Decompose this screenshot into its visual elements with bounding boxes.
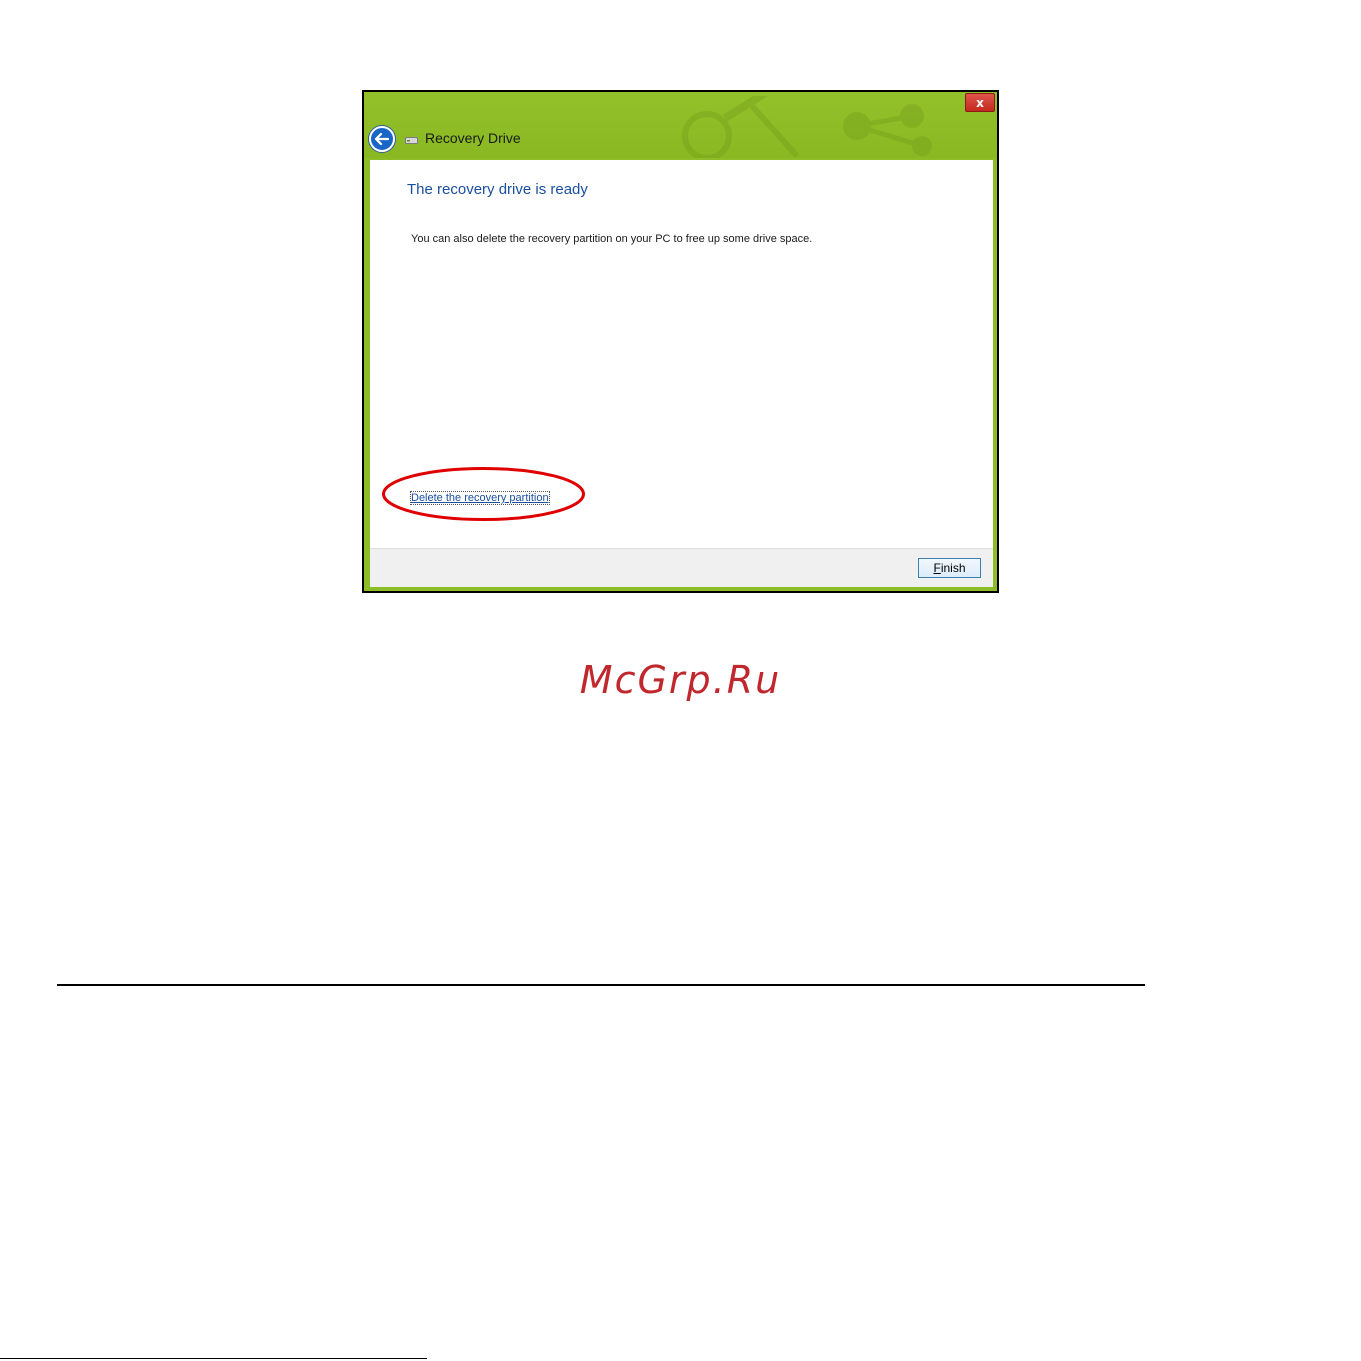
page-heading: The recovery drive is ready bbox=[407, 181, 588, 198]
delete-recovery-partition-link[interactable]: Delete the recovery partition bbox=[410, 491, 550, 505]
divider-rule bbox=[57, 984, 1145, 986]
description-text: You can also delete the recovery partiti… bbox=[411, 233, 813, 245]
window-title: Recovery Drive bbox=[425, 130, 521, 146]
finish-label: inish bbox=[940, 561, 966, 575]
title-bar: x Recovery Drive bbox=[364, 92, 997, 158]
finish-button[interactable]: Finish bbox=[918, 558, 981, 578]
finish-mnemonic: F bbox=[933, 561, 941, 575]
back-button[interactable] bbox=[369, 126, 395, 152]
usb-drive-icon bbox=[405, 137, 418, 144]
title-bar-decoration bbox=[682, 96, 932, 158]
footer-bar: Finish bbox=[370, 548, 993, 587]
page: x Recovery Drive The recovery drive is r… bbox=[0, 0, 1361, 1361]
site-watermark: McGrp.Ru bbox=[579, 658, 782, 702]
content-panel: The recovery drive is ready You can also… bbox=[370, 160, 993, 548]
back-arrow-icon bbox=[375, 133, 389, 145]
close-icon: x bbox=[976, 95, 984, 110]
close-button[interactable]: x bbox=[965, 93, 995, 112]
recovery-drive-window: x Recovery Drive The recovery drive is r… bbox=[362, 90, 999, 593]
footnote-rule bbox=[0, 1358, 427, 1359]
